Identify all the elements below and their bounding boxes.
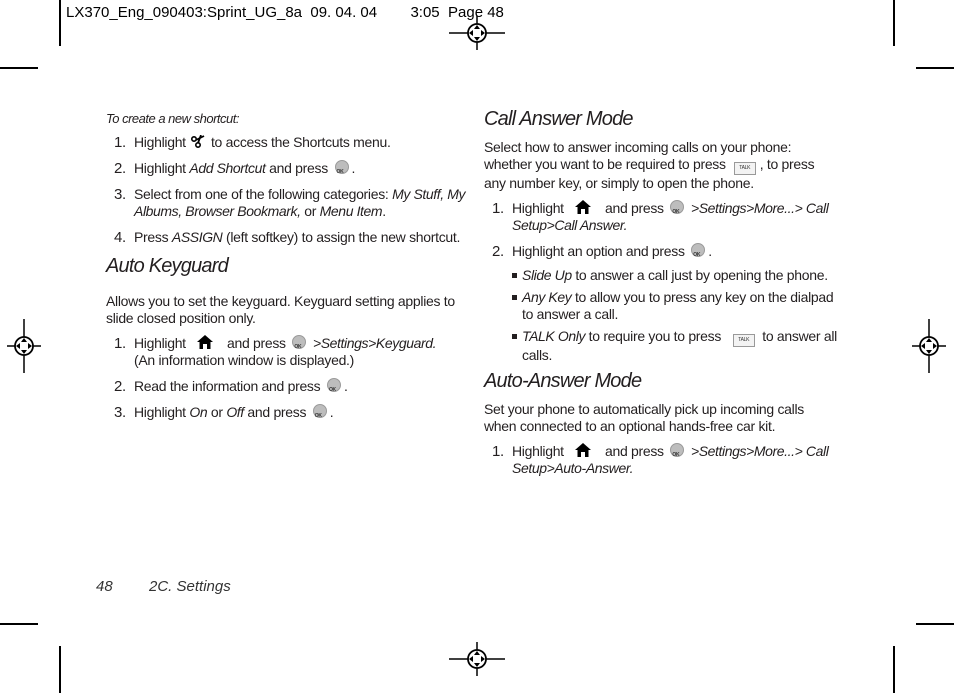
auto-answer-intro: Set your phone to automatically pick up … [484, 401, 804, 434]
list-item: 1. Highlight and press >Settings>More...… [484, 200, 839, 234]
registration-mark-icon [7, 319, 41, 373]
page-footer: 48 2C. Settings [96, 578, 231, 595]
crop-mark-bottom-right-v [893, 646, 895, 693]
shortcut-lead: To create a new shortcut: [106, 111, 240, 126]
crop-mark-top-right-h [916, 67, 954, 69]
left-column: To create a new shortcut: 1. Highlight t… [106, 111, 466, 430]
registration-mark-icon [449, 642, 505, 676]
menu-ok-key-icon [326, 378, 341, 399]
list-item: 1. Highlight to access the Shortcuts men… [114, 134, 391, 151]
crop-mark-bottom-left-v [59, 646, 61, 693]
crop-mark-bottom-right-h [916, 623, 954, 625]
keyguard-intro: Allows you to set the keyguard. Keyguard… [106, 293, 455, 326]
section-label: 2C. Settings [149, 578, 231, 595]
home-icon [197, 335, 214, 349]
section-title-auto-answer-mode: Auto-Answer Mode [484, 370, 642, 392]
home-icon [575, 200, 592, 214]
registration-mark-icon [912, 319, 946, 373]
menu-ok-key-icon [691, 243, 706, 264]
slug-date: 09. 04. 04 [310, 4, 378, 21]
bullet-icon [512, 334, 517, 339]
list-item: 1. Highlight and press >Settings>Keyguar… [106, 335, 466, 369]
list-item: 3. Highlight On or Off and press . [106, 404, 466, 425]
list-item: Any Key to allow you to press any key on… [484, 289, 839, 323]
section-title-call-answer-mode: Call Answer Mode [484, 108, 634, 130]
menu-ok-key-icon [670, 200, 685, 221]
home-icon [575, 443, 592, 457]
list-item: 2. Highlight Add Shortcut and press . [106, 160, 466, 181]
crop-mark-top-left-h [0, 67, 38, 69]
menu-ok-key-icon [312, 404, 327, 425]
crop-mark-bottom-left-h [0, 623, 38, 625]
registration-mark-icon [449, 16, 505, 50]
menu-ok-key-icon [670, 443, 685, 464]
call-answer-intro: Select how to answer incoming calls on y… [484, 139, 815, 191]
list-item: 1. Highlight and press >Settings>More...… [484, 443, 839, 477]
crop-mark-top-left-v [59, 0, 61, 46]
shortcut-steps: 1. Highlight to access the Shortcuts men… [106, 134, 466, 246]
list-item: 2. Highlight an option and press . [484, 243, 839, 264]
list-item: TALK Only to require you to press TALK t… [484, 328, 839, 364]
menu-ok-key-icon [334, 160, 349, 181]
bullet-icon [512, 273, 517, 278]
bullet-icon [512, 295, 517, 300]
slug-file: LX370_Eng_090403:Sprint_UG_8a [66, 4, 303, 21]
slug-page: Page 48 [448, 4, 504, 21]
right-column: Call Answer Mode Select how to answer in… [484, 108, 839, 486]
section-title-auto-keyguard: Auto Keyguard [106, 255, 229, 277]
call-answer-steps: 1. Highlight and press >Settings>More...… [484, 200, 839, 264]
auto-answer-steps: 1. Highlight and press >Settings>More...… [484, 443, 839, 477]
slug-line: LX370_Eng_090403:Sprint_UG_8a 09. 04. 04… [66, 4, 504, 21]
talk-key-icon: TALK [732, 334, 755, 347]
talk-key-icon: TALK [733, 162, 756, 175]
list-item: Slide Up to answer a call just by openin… [484, 267, 839, 284]
crop-mark-top-right-v [893, 0, 895, 46]
list-item: 4. Press ASSIGN (left softkey) to assign… [114, 229, 461, 246]
keyguard-steps: 1. Highlight and press >Settings>Keyguar… [106, 335, 466, 425]
menu-ok-key-icon [292, 335, 307, 356]
list-item: 3. Select from one of the following cate… [114, 186, 466, 219]
list-item: 2. Read the information and press . [106, 378, 466, 399]
call-answer-options: Slide Up to answer a call just by openin… [484, 267, 839, 364]
shortcut-icon [191, 135, 205, 148]
slug-time: 3:05 [410, 4, 440, 21]
page-number: 48 [96, 578, 113, 595]
